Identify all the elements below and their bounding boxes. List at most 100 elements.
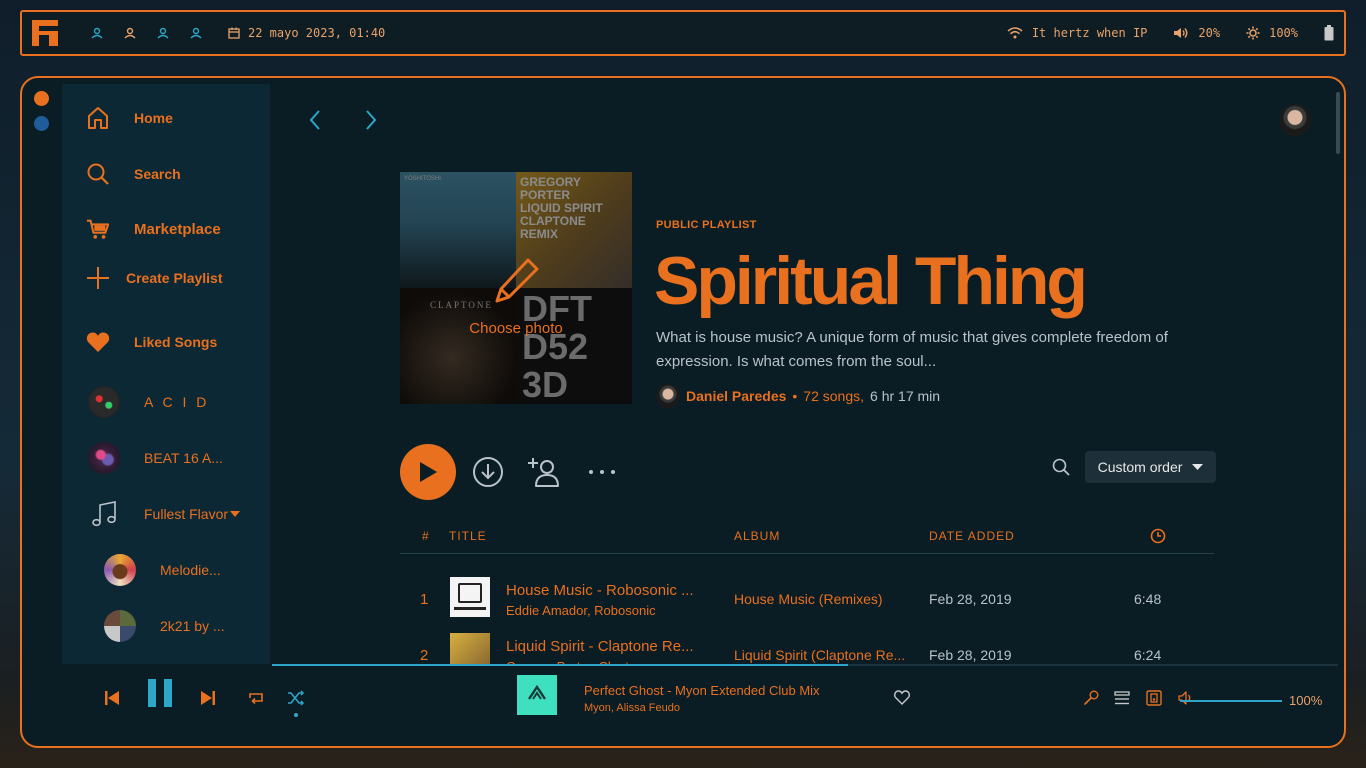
clock-icon <box>1150 528 1166 544</box>
more-options-icon[interactable] <box>588 469 616 475</box>
lyrics-icon[interactable] <box>1083 690 1099 706</box>
sidebar-item-home[interactable]: Home <box>86 106 173 130</box>
workspace-1[interactable] <box>80 27 113 39</box>
pause-button[interactable] <box>148 679 172 707</box>
column-header-title[interactable]: TITLE <box>449 529 487 543</box>
track-album[interactable]: Liquid Spirit (Claptone Re... <box>734 647 914 663</box>
spotify-window: Home Search Marketplace Create Playlist … <box>20 76 1346 748</box>
owner-avatar[interactable] <box>656 384 680 408</box>
cart-icon <box>86 219 110 239</box>
sidebar-item-create-playlist[interactable]: Create Playlist <box>86 266 223 290</box>
sidebar-playlist[interactable]: BEAT 16 A... <box>88 442 223 474</box>
date-widget[interactable]: 22 mayo 2023, 01:40 <box>228 26 385 40</box>
search-icon <box>87 163 109 185</box>
wifi-widget[interactable]: It hertz when IP <box>1007 26 1148 40</box>
track-duration: 6:24 <box>1134 647 1162 663</box>
sidebar-item-search[interactable]: Search <box>86 162 181 186</box>
now-playing-title[interactable]: Perfect Ghost - Myon Extended Club Mix <box>584 683 820 698</box>
column-header-album[interactable]: ALBUM <box>734 529 780 543</box>
sidebar-playlist[interactable]: Melodie... <box>104 554 221 586</box>
sidebar-playlist[interactable]: A C I D <box>88 386 209 418</box>
sidebar-folder[interactable]: Fullest Flavor <box>88 498 241 530</box>
table-divider <box>400 553 1214 554</box>
sidebar: Home Search Marketplace Create Playlist … <box>62 84 270 664</box>
track-number: 1 <box>420 591 429 608</box>
volume-slider[interactable] <box>1180 700 1282 702</box>
playlist-type: PUBLIC PLAYLIST <box>656 219 757 231</box>
track-date-added: Feb 28, 2019 <box>929 647 1012 663</box>
user-avatar[interactable] <box>1279 104 1311 136</box>
workspace-3[interactable] <box>146 27 179 39</box>
sidebar-label-liked-songs: Liked Songs <box>134 334 218 350</box>
pencil-icon <box>495 258 539 303</box>
user-icon <box>190 27 201 39</box>
anjuna-logo-icon <box>528 685 546 700</box>
forward-arrow-icon[interactable] <box>363 108 379 132</box>
play-icon <box>420 462 437 482</box>
sidebar-playlist[interactable]: 2k21 by ... <box>104 610 225 642</box>
top-bar: 22 mayo 2023, 01:40 It hertz when IP 20%… <box>20 10 1346 56</box>
action-bar <box>400 444 616 500</box>
battery-widget[interactable] <box>1324 25 1334 41</box>
track-date-added: Feb 28, 2019 <box>929 591 1012 607</box>
playlist-cover <box>88 386 120 418</box>
brightness-widget[interactable]: 100% <box>1246 26 1298 40</box>
track-title[interactable]: Liquid Spirit - Claptone Re... <box>506 638 716 655</box>
playlist-title[interactable]: Spiritual Thing <box>654 236 1088 326</box>
wifi-icon <box>1007 27 1023 39</box>
player-bar: Perfect Ghost - Myon Extended Club Mix M… <box>62 666 1338 746</box>
playlist-cover <box>104 610 136 642</box>
folder-label: Fullest Flavor <box>144 506 229 522</box>
user-icon <box>157 27 168 39</box>
window-dot-orange[interactable] <box>34 91 49 106</box>
now-playing-art[interactable] <box>517 675 557 715</box>
repeat-icon[interactable] <box>247 690 265 706</box>
previous-track-icon[interactable] <box>104 690 120 706</box>
sort-dropdown[interactable]: Custom order <box>1085 451 1216 483</box>
shuffle-icon[interactable] <box>287 690 305 706</box>
track-title[interactable]: House Music - Robosonic ... <box>506 582 716 599</box>
scrollbar[interactable] <box>1336 92 1340 154</box>
column-header-date-added[interactable]: DATE ADDED <box>929 529 1015 543</box>
meta-separator: • <box>792 388 798 404</box>
sidebar-item-marketplace[interactable]: Marketplace <box>86 217 221 241</box>
pause-icon <box>148 679 172 707</box>
now-playing-artist[interactable]: Myon, Alissa Feudo <box>584 702 680 714</box>
volume-widget[interactable]: 20% <box>1173 26 1220 40</box>
back-arrow-icon[interactable] <box>307 108 323 132</box>
queue-icon[interactable] <box>1114 690 1130 706</box>
search-in-playlist-icon[interactable] <box>1052 458 1070 476</box>
volume-slider-fill <box>1180 700 1282 702</box>
sidebar-label-create-playlist: Create Playlist <box>126 270 223 286</box>
volume-percentage: 100% <box>1289 693 1323 708</box>
sidebar-label-home: Home <box>134 110 173 126</box>
workspace-4[interactable] <box>179 27 212 39</box>
volume-icon[interactable] <box>1178 690 1194 706</box>
play-button[interactable] <box>400 444 456 500</box>
download-icon[interactable] <box>472 456 504 488</box>
sort-label: Custom order <box>1097 459 1183 475</box>
plus-icon <box>87 267 109 289</box>
window-dot-blue[interactable] <box>34 116 49 131</box>
choose-photo-label[interactable]: Choose photo <box>400 320 632 337</box>
gear-icon <box>1246 26 1260 40</box>
track-artist[interactable]: Eddie Amador, Robosonic <box>506 603 716 618</box>
sidebar-item-liked-songs[interactable]: Liked Songs <box>86 330 217 354</box>
playlist-cover <box>104 554 136 586</box>
track-album[interactable]: House Music (Remixes) <box>734 591 914 607</box>
next-track-icon[interactable] <box>200 690 216 706</box>
workspace-2[interactable] <box>113 27 146 39</box>
track-art <box>450 577 490 617</box>
heart-outline-icon[interactable] <box>894 690 910 705</box>
column-header-number: # <box>422 529 430 543</box>
owner-name[interactable]: Daniel Paredes <box>686 388 786 404</box>
shuffle-active-dot <box>294 713 298 717</box>
wifi-name: It hertz when IP <box>1031 26 1148 40</box>
track-art <box>450 633 490 664</box>
add-user-icon[interactable] <box>528 456 562 488</box>
playlist-description: What is house music? A unique form of mu… <box>656 329 1168 370</box>
calendar-icon <box>228 27 240 39</box>
playlist-duration: 6 hr 17 min <box>870 388 941 404</box>
connect-device-icon[interactable] <box>1146 690 1162 706</box>
app-logo-icon[interactable] <box>32 20 58 46</box>
